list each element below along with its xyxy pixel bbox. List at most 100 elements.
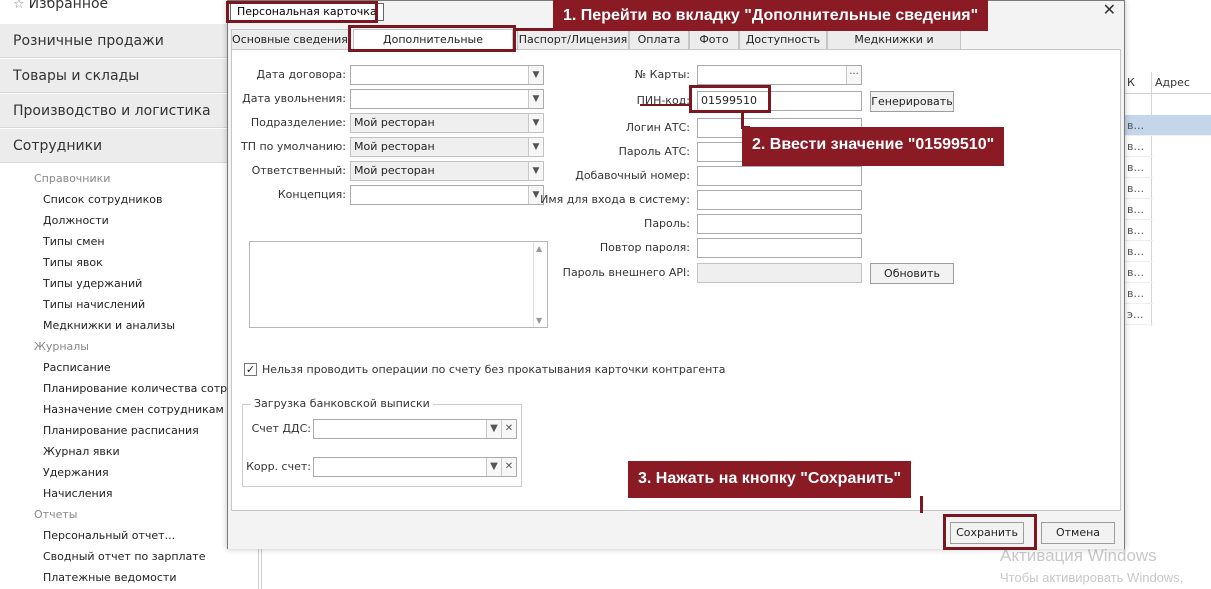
refresh-button[interactable]: Обновить xyxy=(870,263,954,284)
department-field[interactable]: Мой ресторан ▼ xyxy=(350,113,544,133)
password-label: Пароль: xyxy=(644,217,690,230)
department-value: Мой ресторан xyxy=(354,116,435,129)
nav-accrual-types[interactable]: Типы начислений xyxy=(43,298,145,311)
callout-step3: 3. Нажать на кнопку "Сохранить" xyxy=(628,461,912,498)
dismissal-date-label: Дата увольнения: xyxy=(242,92,346,105)
group-reports-title: Отчеты xyxy=(34,508,78,521)
nav-attendance-journal[interactable]: Журнал явки xyxy=(43,445,120,458)
tab-passport-license[interactable]: Паспорт/Лицензия xyxy=(517,29,629,49)
tab-availability[interactable]: Доступность xyxy=(739,29,827,49)
cancel-button[interactable]: Отмена xyxy=(1041,522,1115,544)
default-pos-label: ТП по умолчанию: xyxy=(240,140,346,153)
nav-accruals[interactable]: Начисления xyxy=(43,487,112,500)
nav-deductions[interactable]: Удержания xyxy=(43,466,109,479)
bg-header-col1[interactable]: К xyxy=(1123,72,1151,94)
callout-step2: 2. Ввести значение "01599510" xyxy=(742,127,1005,166)
windows-activation-watermark-text: Чтобы активировать Windows, xyxy=(1000,570,1184,585)
card-number-field[interactable]: ··· xyxy=(697,65,862,85)
table-row[interactable]: в... xyxy=(1123,136,1153,157)
nav-positions[interactable]: Должности xyxy=(43,214,109,227)
nav-shift-assignment[interactable]: Назначение смен сотрудникам xyxy=(43,403,224,416)
login-name-label: Имя для входа в систему: xyxy=(540,193,690,206)
connector-line-step1 xyxy=(514,28,555,31)
highlight-additional-info-tab xyxy=(348,25,516,52)
card-swipe-checkbox[interactable]: ✓ xyxy=(244,363,257,376)
dds-account-field[interactable]: ▼ ✕ xyxy=(313,419,517,439)
generate-button[interactable]: Генерировать xyxy=(870,91,954,112)
external-api-password-field[interactable] xyxy=(697,263,862,283)
login-name-field[interactable] xyxy=(697,190,862,210)
default-pos-value: Мой ресторан xyxy=(354,140,435,153)
nav-retail-sales[interactable]: Розничные продажи xyxy=(0,24,255,58)
nav-medical-books[interactable]: Медкнижки и анализы xyxy=(43,319,175,332)
nav-schedule[interactable]: Расписание xyxy=(43,361,111,374)
clear-icon[interactable]: ✕ xyxy=(501,458,516,476)
password-repeat-field[interactable] xyxy=(697,238,862,258)
tab-photo[interactable]: Фото xyxy=(689,29,739,49)
more-icon[interactable]: ··· xyxy=(846,66,861,84)
table-row[interactable]: в... xyxy=(1123,199,1153,220)
highlight-pin-field xyxy=(689,85,771,113)
responsible-value: Мой ресторан xyxy=(354,164,435,177)
dismissal-date-field[interactable]: ▼ xyxy=(350,89,544,109)
clear-icon[interactable]: ✕ xyxy=(501,420,516,438)
favorites-label: Избранное xyxy=(28,0,109,12)
contract-date-field[interactable]: ▼ xyxy=(350,65,544,85)
nav-attendance-types[interactable]: Типы явок xyxy=(43,256,103,269)
tab-medical-books[interactable]: Медкнижки и анализы xyxy=(827,29,961,65)
corr-account-field[interactable]: ▼ ✕ xyxy=(313,457,517,477)
table-row[interactable]: в... xyxy=(1123,157,1153,178)
concept-label: Концепция: xyxy=(277,188,346,201)
pbx-login-label: Логин АТС: xyxy=(625,121,690,134)
extension-field[interactable] xyxy=(697,166,862,186)
nav-goods-warehouses[interactable]: Товары и склады xyxy=(0,59,255,93)
responsible-field[interactable]: Мой ресторан ▼ xyxy=(350,161,544,181)
textarea-scrollbar[interactable]: ▲ ▼ xyxy=(533,242,547,327)
nav-schedule-planning[interactable]: Планирование расписания xyxy=(43,424,199,437)
concept-field[interactable]: ▼ xyxy=(350,185,544,205)
nav-payment-sheets[interactable]: Платежные ведомости xyxy=(43,571,177,584)
password-repeat-label: Повтор пароля: xyxy=(599,241,690,254)
card-swipe-checkbox-label[interactable]: Нельзя проводить операции по счету без п… xyxy=(262,363,725,376)
close-icon[interactable]: ✕ xyxy=(1103,1,1116,19)
password-field[interactable] xyxy=(697,214,862,234)
highlight-dialog-title xyxy=(226,1,378,23)
bank-statement-group: Загрузка банковской выписки Счет ДДС: ▼ … xyxy=(242,397,522,487)
table-row[interactable]: в... xyxy=(1123,283,1153,304)
nav-employee-list[interactable]: Список сотрудников xyxy=(43,193,162,206)
nav-production-logistics[interactable]: Производство и логистика xyxy=(0,94,255,128)
group-references-title: Справочники xyxy=(34,172,111,185)
table-row[interactable]: в... xyxy=(1123,220,1153,241)
background-table: К Адрес в... в... в... в... в... в... в.… xyxy=(1123,72,1211,326)
connector-line-step3 xyxy=(920,496,923,513)
nav-personal-report[interactable]: Персональный отчет... xyxy=(43,529,175,542)
table-row[interactable]: в... xyxy=(1123,178,1153,199)
comment-textarea[interactable]: ▲ ▼ xyxy=(249,241,548,328)
callout-step1: 1. Перейти во вкладку "Дополнительные св… xyxy=(553,0,989,31)
favorites-item[interactable]: ☆ Избранное xyxy=(13,0,108,12)
underline-pin-label xyxy=(640,104,690,106)
table-row[interactable]: в... xyxy=(1123,115,1211,136)
nav-payroll-summary[interactable]: Сводный отчет по зарплате xyxy=(43,550,205,563)
chevron-down-icon[interactable]: ▼ xyxy=(486,420,501,438)
table-row[interactable]: э... xyxy=(1123,304,1153,325)
bg-header-address[interactable]: Адрес xyxy=(1151,72,1211,94)
tab-panel-additional-info: Дата договора: ▼ Дата увольнения: ▼ Подр… xyxy=(231,49,1121,511)
default-pos-field[interactable]: Мой ресторан ▼ xyxy=(350,137,544,157)
table-row[interactable]: в... xyxy=(1123,241,1153,262)
dds-account-label: Счет ДДС: xyxy=(251,422,311,435)
extension-label: Добавочный номер: xyxy=(575,169,690,182)
table-row[interactable]: в... xyxy=(1123,262,1153,283)
tab-basic-info[interactable]: Основные сведения xyxy=(231,29,349,49)
checkmark-icon: ✓ xyxy=(245,363,256,376)
nav-employees[interactable]: Сотрудники xyxy=(0,129,255,163)
responsible-label: Ответственный: xyxy=(251,164,346,177)
highlight-save-button xyxy=(943,514,1037,550)
chevron-down-icon[interactable]: ▼ xyxy=(486,458,501,476)
group-journals-title: Журналы xyxy=(34,340,89,353)
nav-deduction-types[interactable]: Типы удержаний xyxy=(43,277,142,290)
nav-shift-types[interactable]: Типы смен xyxy=(43,235,105,248)
scroll-down-icon[interactable]: ▼ xyxy=(536,316,542,325)
tab-payment[interactable]: Оплата xyxy=(629,29,689,49)
star-icon: ☆ xyxy=(13,0,25,12)
